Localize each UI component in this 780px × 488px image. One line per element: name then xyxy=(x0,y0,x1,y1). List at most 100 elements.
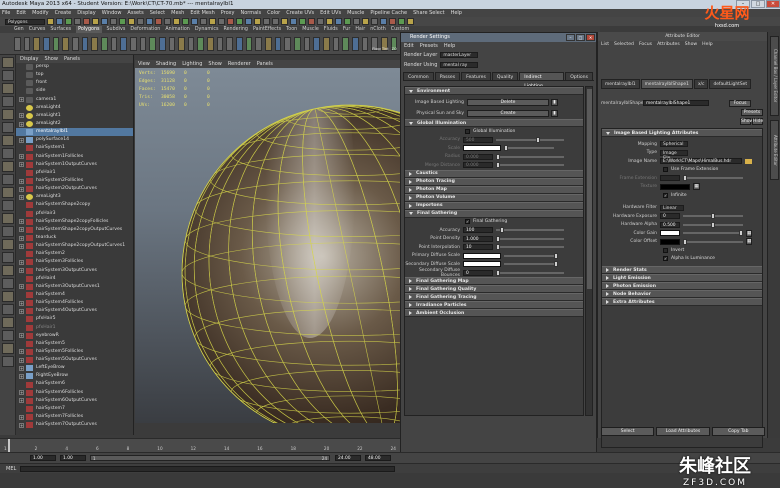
status-icon[interactable] xyxy=(317,18,324,25)
outliner-item[interactable]: pfxHair4 xyxy=(16,275,133,283)
outliner-item[interactable]: pfxHair3 xyxy=(16,210,133,218)
outliner-item[interactable]: + hairSystem2OutputCurves xyxy=(16,185,133,193)
shelf-tab-ncloth[interactable]: nCloth xyxy=(370,26,386,33)
status-icon[interactable] xyxy=(281,18,288,25)
outliner-item[interactable]: + areaLight1 xyxy=(16,112,133,120)
expand-toggle[interactable] xyxy=(19,89,24,94)
show-button[interactable]: Show xyxy=(740,118,753,125)
ibl-delete-button[interactable]: Delete xyxy=(467,99,549,106)
status-icon[interactable] xyxy=(326,18,333,25)
attribute-editor-tab[interactable]: Attribute Editor xyxy=(770,120,779,180)
viewport-menu-view[interactable]: View xyxy=(138,60,150,68)
status-icon[interactable] xyxy=(119,18,126,25)
collapsed-section[interactable]: Photon Emission xyxy=(602,282,762,290)
presets-button[interactable]: Presets xyxy=(741,109,763,116)
color-gain-swatch[interactable] xyxy=(660,230,680,237)
color-swatch[interactable] xyxy=(463,145,501,152)
expand-toggle[interactable] xyxy=(19,65,24,70)
expand-toggle[interactable] xyxy=(19,276,24,281)
tool-icon[interactable] xyxy=(2,239,14,250)
menu-assets[interactable]: Assets xyxy=(127,9,143,17)
tool-icon[interactable] xyxy=(2,187,14,198)
shelf-tool-icon[interactable] xyxy=(91,36,98,51)
shelf-tool-icon[interactable]: ZO xyxy=(390,36,398,51)
status-icon[interactable] xyxy=(209,18,216,25)
expand-toggle[interactable] xyxy=(19,406,24,411)
collapsed-section[interactable]: Importons xyxy=(405,201,583,210)
node-tab[interactable]: mentalrayIblShape1 xyxy=(640,79,693,89)
setting-field[interactable]: 500 xyxy=(463,136,493,143)
menu-modify[interactable]: Modify xyxy=(32,9,49,17)
shelf-tab-toon[interactable]: Toon xyxy=(286,26,297,33)
range-end-field[interactable]: 24.00 xyxy=(335,455,361,461)
color-offset-slider[interactable] xyxy=(683,238,743,245)
collapsed-section[interactable]: Final Gathering Tracing xyxy=(405,293,583,301)
status-icon[interactable] xyxy=(155,18,162,25)
outliner-item[interactable]: + hairSystemShape2copyOutputCurves xyxy=(16,226,133,234)
status-icon[interactable] xyxy=(74,18,81,25)
status-icon[interactable] xyxy=(65,18,72,25)
menu-mesh[interactable]: Mesh xyxy=(171,9,184,17)
shelf-tab-gen[interactable]: Gen xyxy=(14,26,24,33)
status-icon[interactable] xyxy=(137,18,144,25)
outliner-item[interactable]: + hairSystem5Follicles xyxy=(16,348,133,356)
outliner-item[interactable]: + LeftEyeBrow xyxy=(16,364,133,372)
tool-icon[interactable] xyxy=(2,83,14,94)
outliner-menu-panels[interactable]: Panels xyxy=(64,55,80,63)
shelf-tool-icon[interactable] xyxy=(100,36,108,51)
setting-field[interactable]: 0.000 xyxy=(463,162,493,169)
expand-toggle[interactable]: + xyxy=(19,398,24,404)
shelf-tab-hair[interactable]: Hair xyxy=(355,26,365,33)
shelf-tool-icon[interactable] xyxy=(158,36,166,51)
collapsed-section[interactable]: Photon Map xyxy=(405,185,583,194)
menu-normals[interactable]: Normals xyxy=(240,9,261,17)
expand-toggle[interactable]: + xyxy=(19,414,24,420)
expand-toggle[interactable]: + xyxy=(19,178,24,184)
expand-toggle[interactable]: + xyxy=(19,357,24,363)
rs-menu-presets[interactable]: Presets xyxy=(420,42,438,50)
outliner-item[interactable]: + hairSystem7OutputCurves xyxy=(16,421,133,429)
shelf-tool-icon[interactable] xyxy=(129,36,137,51)
shelf-tool-icon[interactable] xyxy=(110,36,118,51)
render-settings-titlebar[interactable]: Render Settings – □ ✕ xyxy=(401,33,596,42)
outliner-item[interactable]: + hairSystemShape2copyOutputCurves1 xyxy=(16,242,133,250)
shelf-tool-icon[interactable] xyxy=(81,36,89,51)
node-tab[interactable]: mentalrayIbl1 xyxy=(601,79,640,89)
color-offset-swatch[interactable] xyxy=(660,238,680,245)
menu-window[interactable]: Window xyxy=(102,9,122,17)
shelf-tool-icon[interactable] xyxy=(216,36,224,51)
tool-icon[interactable] xyxy=(2,291,14,302)
shelf-tab-surfaces[interactable]: Surfaces xyxy=(50,26,71,33)
outliner-item[interactable]: + eyebrowR xyxy=(16,332,133,340)
outliner-item[interactable]: + RightEyeBrow xyxy=(16,372,133,380)
outliner-item[interactable]: front xyxy=(16,79,133,87)
status-icon[interactable] xyxy=(335,18,342,25)
fg-checkbox[interactable]: ✓ xyxy=(465,219,470,225)
shape-name-field[interactable]: mentalrayIblShape1 xyxy=(643,100,709,106)
shelf-tab-painteffects[interactable]: PaintEffects xyxy=(253,26,281,33)
shelf-tab-dynamics[interactable]: Dynamics xyxy=(195,26,219,33)
hw-exposure-field[interactable]: 0 xyxy=(660,213,680,220)
status-icon[interactable] xyxy=(101,18,108,25)
rs-menu-edit[interactable]: Edit xyxy=(404,42,414,50)
rs-close-button[interactable]: ✕ xyxy=(586,34,595,41)
status-icon[interactable] xyxy=(290,18,297,25)
gi-checkbox[interactable] xyxy=(465,128,470,134)
outliner-item[interactable]: + areaLight3 xyxy=(16,193,133,201)
outliner-item[interactable]: + hairSystem3OutputCurves1 xyxy=(16,283,133,291)
status-icon[interactable] xyxy=(191,18,198,25)
outliner-menu-display[interactable]: Display xyxy=(20,55,38,63)
outliner-item[interactable]: hairSystem7 xyxy=(16,405,133,413)
range-start-field[interactable]: 1.00 xyxy=(30,455,56,461)
shelf-tool-icon[interactable] xyxy=(197,36,205,51)
status-icon[interactable] xyxy=(200,18,207,25)
select-button[interactable]: Select xyxy=(601,427,655,436)
shelf-tool-icon[interactable] xyxy=(342,36,349,51)
node-tab[interactable]: x/c xyxy=(693,79,709,89)
folder-icon[interactable] xyxy=(745,158,752,164)
status-icon[interactable] xyxy=(128,18,135,25)
shelf-tool-icon[interactable] xyxy=(236,36,243,51)
color-swatch[interactable] xyxy=(463,261,501,268)
collapsed-section[interactable]: Irradiance Particles xyxy=(405,301,583,309)
expand-toggle[interactable]: + xyxy=(19,227,24,233)
